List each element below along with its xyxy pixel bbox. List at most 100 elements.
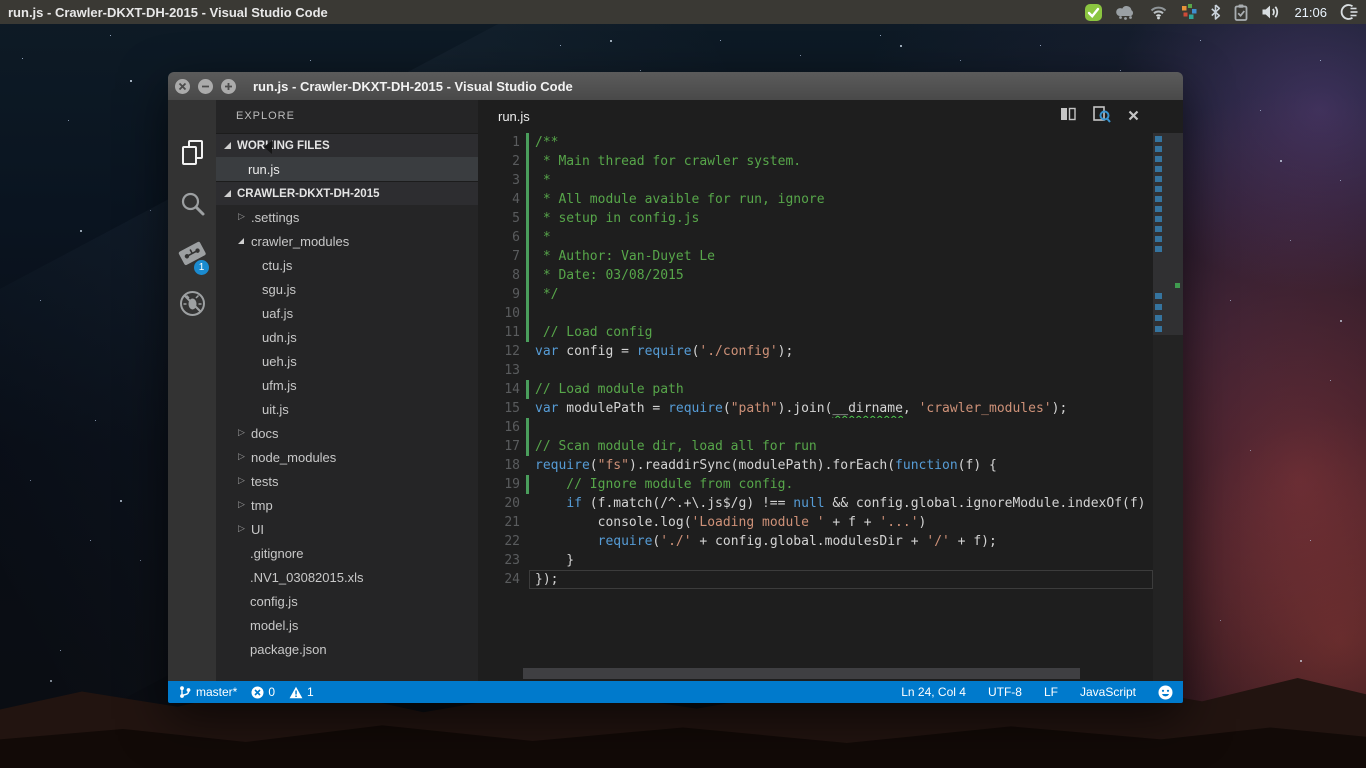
window-minimize-button[interactable] [198,79,213,94]
activity-explorer-button[interactable] [168,128,216,178]
clock[interactable]: 21:06 [1294,5,1327,20]
code-line-14[interactable]: 14// Load module path [478,380,1153,399]
folder-crawler_modules[interactable]: crawler_modules [216,229,478,253]
code-line-10[interactable]: 10 [478,304,1153,323]
code-line-6[interactable]: 6 * [478,228,1153,247]
code-line-3[interactable]: 3 * [478,171,1153,190]
working-files-section-header[interactable]: WORKING FILES [216,133,478,157]
file-.gitignore[interactable]: .gitignore [216,541,478,565]
file-.NV1_03082015.xls[interactable]: .NV1_03082015.xls [216,565,478,589]
collapse-arrow-icon [238,238,244,244]
clipboard-check-icon[interactable] [1234,3,1248,21]
code-line-15[interactable]: 15var modulePath = require("path").join(… [478,399,1153,418]
activity-search-button[interactable] [168,178,216,228]
modified-line-mark [1155,166,1162,172]
open-file-name[interactable]: run.js [498,109,530,124]
modified-line-mark [1155,186,1162,192]
file-tree: ▷.settingscrawler_modulesctu.jssgu.jsuaf… [216,205,478,661]
folder-docs[interactable]: ▷docs [216,421,478,445]
file-package.json[interactable]: package.json [216,637,478,661]
encoding-indicator[interactable]: UTF-8 [988,685,1022,699]
feedback-smiley[interactable] [1158,685,1173,700]
close-icon[interactable] [1128,108,1139,126]
window-close-button[interactable] [175,79,190,94]
cloud-icon[interactable] [1115,3,1136,21]
eol-indicator[interactable]: LF [1044,685,1058,699]
split-editor-icon[interactable] [1060,107,1076,126]
code-line-9[interactable]: 9 */ [478,285,1153,304]
window-maximize-button[interactable] [221,79,236,94]
editor-actions [1060,106,1139,128]
warnings-indicator[interactable]: 1 [289,685,314,699]
code-line-12[interactable]: 12var config = require('./config'); [478,342,1153,361]
code-line-7[interactable]: 7 * Author: Van-Duyet Le [478,247,1153,266]
activity-git-button[interactable]: 1 [168,228,216,278]
code-line-2[interactable]: 2 * Main thread for crawler system. [478,152,1153,171]
code-area[interactable]: 1/**2 * Main thread for crawler system.3… [478,133,1153,681]
code-line-19[interactable]: 19 // Ignore module from config. [478,475,1153,494]
folder-tests[interactable]: ▷tests [216,469,478,493]
folder-.settings[interactable]: ▷.settings [216,205,478,229]
active-window-title: run.js - Crawler-DKXT-DH-2015 - Visual S… [8,5,328,20]
code-line-16[interactable]: 16 [478,418,1153,437]
file-ueh.js[interactable]: ueh.js [216,349,478,373]
code-line-23[interactable]: 23 } [478,551,1153,570]
working-file-run.js[interactable]: run.js [216,157,478,181]
vscode-window: run.js - Crawler-DKXT-DH-2015 - Visual S… [168,72,1183,703]
presence-check-icon[interactable] [1085,3,1102,21]
window-titlebar[interactable]: run.js - Crawler-DKXT-DH-2015 - Visual S… [168,72,1183,100]
collapse-arrow-icon [224,190,231,197]
smiley-icon [1158,685,1173,700]
bluetooth-icon[interactable] [1210,3,1221,21]
editor-title-bar: run.js [478,100,1183,133]
errors-indicator[interactable]: 0 [251,685,275,699]
code-line-18[interactable]: 18require("fs").readdirSync(modulePath).… [478,456,1153,475]
file-ctu.js[interactable]: ctu.js [216,253,478,277]
folder-UI[interactable]: ▷UI [216,517,478,541]
file-model.js[interactable]: model.js [216,613,478,637]
file-uit.js[interactable]: uit.js [216,397,478,421]
preview-search-icon[interactable] [1093,106,1111,128]
expand-arrow-icon: ▷ [238,451,247,462]
code-line-17[interactable]: 17// Scan module dir, load all for run [478,437,1153,456]
code-line-8[interactable]: 8 * Date: 03/08/2015 [478,266,1153,285]
code-line-24[interactable]: 24}); [478,570,1153,589]
horizontal-scrollbar[interactable] [523,668,1080,679]
git-branch-indicator[interactable]: master* [178,685,237,699]
file-ufm.js[interactable]: ufm.js [216,373,478,397]
volume-icon[interactable] [1261,3,1281,21]
modified-line-mark [1155,136,1162,142]
folder-tmp[interactable]: ▷tmp [216,493,478,517]
file-sgu.js[interactable]: sgu.js [216,277,478,301]
section-label: WORKING FILES [237,140,330,152]
cursor-position[interactable]: Ln 24, Col 4 [901,685,966,699]
code-line-20[interactable]: 20 if (f.match(/^.+\.js$/g) !== null && … [478,494,1153,513]
folder-node_modules[interactable]: ▷node_modules [216,445,478,469]
code-line-21[interactable]: 21 console.log('Loading module ' + f + '… [478,513,1153,532]
modified-line-mark [1155,236,1162,242]
language-mode[interactable]: JavaScript [1080,685,1136,699]
code-line-5[interactable]: 5 * setup in config.js [478,209,1153,228]
debug-icon [178,289,207,318]
file-config.js[interactable]: config.js [216,589,478,613]
wifi-icon[interactable] [1149,3,1168,21]
error-icon [251,686,264,699]
code-line-4[interactable]: 4 * All module avaible for run, ignore [478,190,1153,209]
explorer-icon [179,139,206,167]
code-line-11[interactable]: 11 // Load config [478,323,1153,342]
color-grid-icon[interactable] [1181,3,1197,21]
project-section-header[interactable]: CRAWLER-DKXT-DH-2015 [216,181,478,205]
expand-arrow-icon: ▷ [238,523,247,534]
expand-arrow-icon: ▷ [238,499,247,510]
overview-ruler[interactable] [1153,133,1183,681]
modified-line-mark [1155,293,1162,299]
collapse-arrow-icon [224,142,231,149]
modified-line-mark [1155,146,1162,152]
code-line-13[interactable]: 13 [478,361,1153,380]
file-uaf.js[interactable]: uaf.js [216,301,478,325]
file-udn.js[interactable]: udn.js [216,325,478,349]
code-line-1[interactable]: 1/** [478,133,1153,152]
session-menu-icon[interactable] [1340,3,1358,21]
activity-debug-button[interactable] [168,278,216,328]
code-line-22[interactable]: 22 require('./' + config.global.modulesD… [478,532,1153,551]
